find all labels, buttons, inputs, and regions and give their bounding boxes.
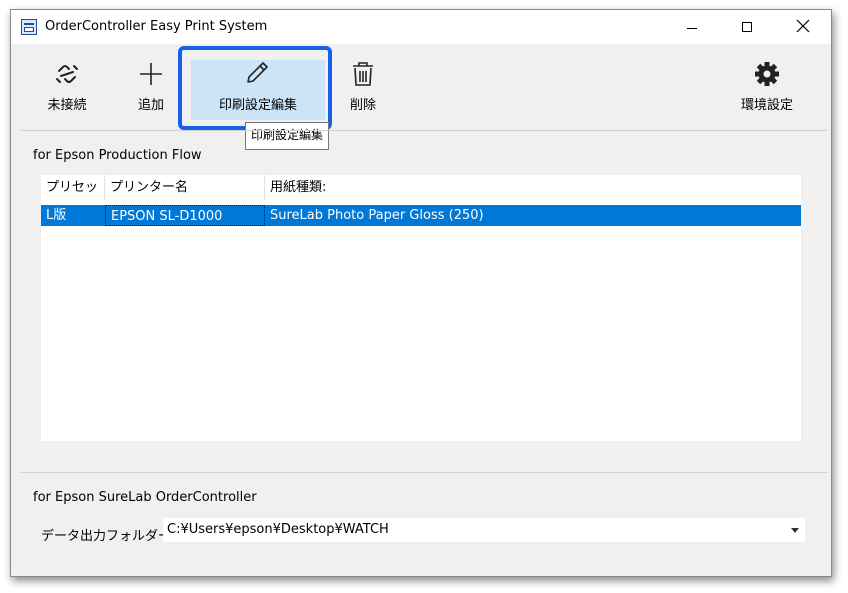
settings-label: 環境設定: [740, 98, 793, 113]
focus-indicator: [178, 46, 332, 130]
cell-printer: EPSON SL-D1000 Series: [105, 205, 265, 245]
trash-icon: [353, 62, 373, 86]
group-label-order-controller: for Epson SureLab OrderController: [33, 490, 257, 505]
column-header-printer[interactable]: プリンター名: [105, 175, 265, 200]
settings-button[interactable]: 環境設定: [727, 44, 807, 130]
disconnect-icon: [56, 65, 78, 83]
group-label-production-flow: for Epson Production Flow: [33, 148, 202, 163]
disconnect-label: 未接続: [47, 98, 87, 113]
output-folder-dropdown[interactable]: C:¥Users¥epson¥Desktop¥WATCH: [163, 518, 805, 542]
output-folder-value: C:¥Users¥epson¥Desktop¥WATCH: [167, 522, 389, 537]
close-icon: [796, 19, 810, 33]
title-bar: OrderController Easy Print System: [11, 10, 831, 44]
list-row-selected[interactable]: L版 EPSON SL-D1000 Series SureLab Photo P…: [41, 205, 801, 245]
maximize-button[interactable]: [724, 10, 770, 44]
toolbar: 未接続 追加 印刷設定編集 削除 環境設定: [11, 44, 831, 130]
delete-button[interactable]: 削除: [331, 44, 395, 130]
minimize-icon: [687, 28, 697, 29]
add-button[interactable]: 追加: [115, 44, 187, 130]
cell-paper: SureLab Photo Paper Gloss (250): [270, 208, 484, 223]
maximize-icon: [742, 22, 752, 32]
app-window: OrderController Easy Print System 未接続 追加…: [10, 9, 832, 577]
cell-preset: L版: [46, 208, 67, 223]
divider: [21, 130, 827, 131]
preset-list[interactable]: プリセット プリンター名 用紙種類: L版 EPSON SL-D1000 Ser…: [41, 175, 801, 441]
delete-label: 削除: [349, 98, 376, 113]
plus-icon: [140, 63, 162, 85]
add-label: 追加: [137, 98, 164, 113]
gear-icon: [755, 62, 779, 86]
minimize-button[interactable]: [669, 10, 715, 44]
output-folder-label: データ出力フォルダー:: [41, 529, 176, 544]
column-header-paper[interactable]: 用紙種類:: [265, 175, 801, 200]
list-header: プリセット プリンター名 用紙種類:: [41, 175, 801, 220]
app-icon: [21, 19, 37, 35]
disconnect-button[interactable]: 未接続: [31, 44, 103, 130]
tooltip: 印刷設定編集: [245, 122, 330, 150]
window-title: OrderController Easy Print System: [45, 19, 268, 34]
close-button[interactable]: [779, 10, 825, 44]
divider: [21, 472, 827, 473]
column-header-preset[interactable]: プリセット: [41, 175, 105, 220]
dropdown-arrow-icon[interactable]: [791, 528, 799, 533]
